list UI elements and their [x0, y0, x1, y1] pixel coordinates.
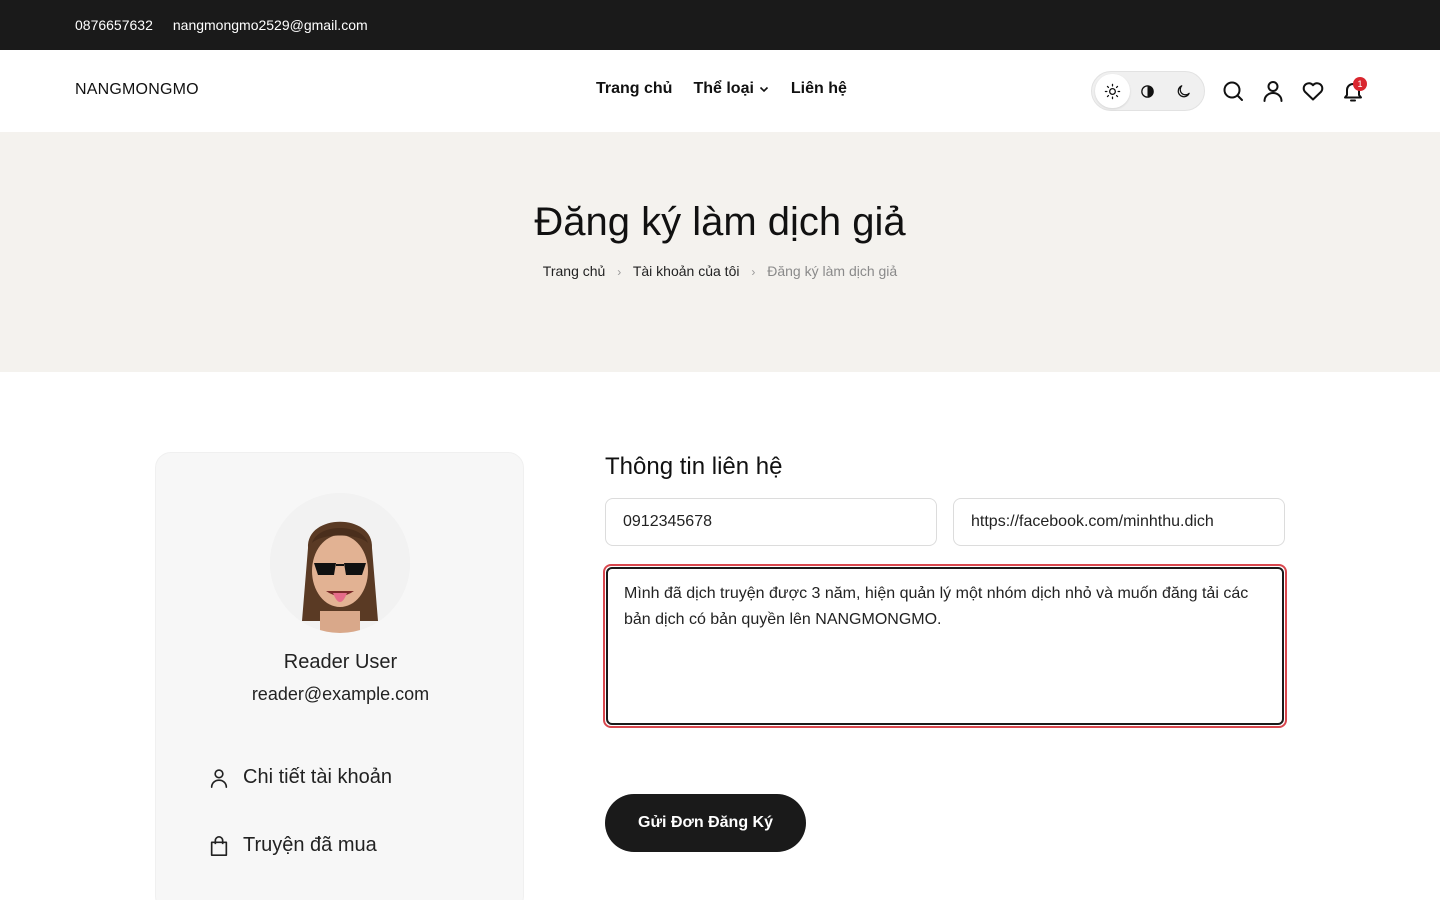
sidebar-item-account-details[interactable]: Chi tiết tài khoản [208, 766, 392, 789]
wishlist-button[interactable] [1301, 79, 1325, 103]
sidebar-item-purchased-stories[interactable]: Truyện đã mua [208, 834, 377, 857]
contrast-icon [1141, 84, 1155, 98]
chevron-right-icon: › [751, 265, 756, 279]
nav-item-label: Thể loại [693, 80, 754, 97]
profile-name: Reader User [283, 651, 398, 673]
message-textarea[interactable]: Mình đã dịch truyện được 3 năm, hiện quả… [606, 567, 1284, 725]
sun-icon [1104, 83, 1121, 99]
message-focus-ring: Mình đã dịch truyện được 3 năm, hiện quả… [603, 564, 1287, 728]
top-contact-bar: 0876657632 nangmongmo2529@gmail.com [0, 0, 1440, 50]
breadcrumb-account[interactable]: Tài khoản của tôi [633, 263, 740, 279]
submit-application-button[interactable]: Gửi Đơn Đăng Ký [605, 794, 806, 852]
site-header: NANGMONGMO Trang chủ Thể loại Liên hệ [0, 50, 1440, 132]
nav-item-home[interactable]: Trang chủ [596, 80, 672, 98]
facebook-url-input[interactable] [953, 498, 1285, 546]
search-icon [1223, 81, 1243, 101]
main-nav: Trang chủ Thể loại Liên hệ [596, 80, 847, 98]
nav-item-label: Trang chủ [596, 80, 673, 97]
nav-item-label: Liên hệ [790, 80, 847, 97]
profile-sidebar: Reader User reader@example.com Chi tiết … [155, 452, 524, 900]
contact-phone[interactable]: 0876657632 [75, 0, 153, 50]
user-icon [1263, 81, 1283, 102]
page-hero: Đăng ký làm dịch giả Trang chủ › Tài kho… [0, 132, 1440, 372]
theme-toggle [1091, 71, 1205, 111]
notification-badge: 1 [1353, 77, 1367, 91]
heart-icon [1302, 82, 1324, 101]
contact-email[interactable]: nangmongmo2529@gmail.com [173, 0, 368, 50]
breadcrumb: Trang chủ › Tài khoản của tôi › Đăng ký … [0, 263, 1440, 279]
form-section-title: Thông tin liên hệ [605, 453, 783, 480]
auto-theme-button[interactable] [1130, 74, 1165, 108]
account-button[interactable] [1261, 79, 1285, 103]
breadcrumb-current: Đăng ký làm dịch giả [767, 263, 898, 279]
breadcrumb-home[interactable]: Trang chủ [543, 263, 606, 279]
avatar [270, 493, 410, 633]
nav-item-categories[interactable]: Thể loại [693, 80, 769, 98]
site-logo[interactable]: NANGMONGMO [75, 81, 199, 99]
nav-item-contact[interactable]: Liên hệ [791, 80, 847, 98]
shopping-bag-icon [210, 835, 228, 856]
page-title: Đăng ký làm dịch giả [534, 200, 906, 244]
phone-input[interactable] [605, 498, 937, 546]
chevron-down-icon [759, 86, 768, 93]
user-icon [210, 768, 228, 788]
profile-email: reader@example.com [251, 684, 430, 704]
light-theme-button[interactable] [1095, 74, 1131, 108]
moon-icon [1177, 84, 1190, 97]
sidebar-item-label: Chi tiết tài khoản [243, 766, 392, 788]
sidebar-item-label: Truyện đã mua [243, 834, 377, 856]
dark-theme-button[interactable] [1166, 74, 1201, 108]
chevron-right-icon: › [617, 265, 622, 279]
avatar-image [270, 493, 410, 633]
search-button[interactable] [1221, 79, 1245, 103]
